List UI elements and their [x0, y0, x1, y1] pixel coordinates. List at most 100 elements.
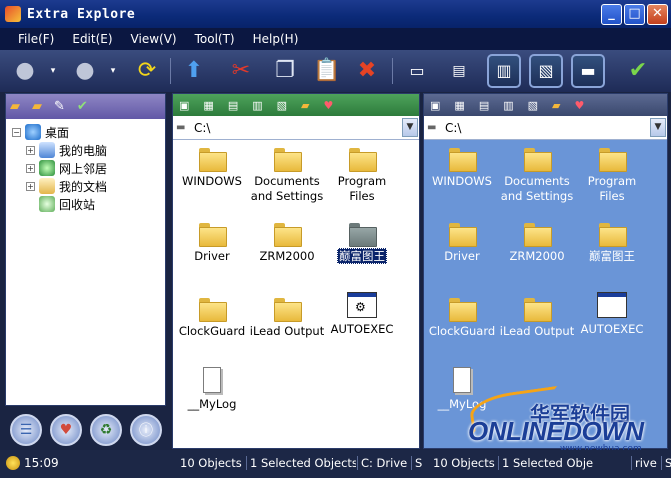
- folder-icon: [199, 296, 227, 322]
- address-bar[interactable]: ▬ C:\ ▼: [173, 116, 419, 140]
- close-button[interactable]: ✕: [647, 4, 668, 25]
- delete-icon[interactable]: ✖: [350, 54, 384, 88]
- folder-icon[interactable]: ▰: [552, 99, 560, 112]
- new-folder-icon[interactable]: ▰: [10, 99, 20, 114]
- address-dropdown-icon[interactable]: ▼: [650, 118, 666, 137]
- watermark-logo: 华军软件园 ONLINEDOWN www.newhua.com: [467, 385, 668, 454]
- favorite-icon[interactable]: ♥: [324, 99, 334, 112]
- folder-icon: [274, 146, 302, 172]
- menu-tool[interactable]: Tool(T): [195, 32, 235, 46]
- up-icon[interactable]: ⬆: [177, 54, 211, 88]
- file-item[interactable]: WINDOWS: [424, 146, 500, 189]
- file-pane-left: ▣ ▦ ▤ ▥ ▧ ▰ ♥ ▬ C:\ ▼ WINDOWS Documents …: [172, 93, 420, 449]
- folder-icon: [449, 146, 477, 172]
- menu-file[interactable]: File(F): [18, 32, 54, 46]
- menu-view[interactable]: View(V): [131, 32, 177, 46]
- recycle-bin-icon: [39, 196, 55, 212]
- file-item[interactable]: Documents and Settings: [499, 146, 575, 204]
- small-icons-icon[interactable]: ▦: [454, 99, 464, 112]
- back-dropdown-icon[interactable]: ▾: [36, 54, 70, 88]
- folder-icon: [449, 296, 477, 322]
- status-selected-count: 1 Selected Objects: [246, 456, 356, 470]
- rename-icon[interactable]: ✎: [54, 99, 65, 114]
- app-icon: [5, 6, 21, 22]
- refresh-icon[interactable]: ⟳: [130, 54, 164, 88]
- large-icons-icon[interactable]: ▣: [430, 99, 440, 112]
- document-icon: [203, 367, 221, 393]
- file-item[interactable]: ClockGuard: [424, 296, 500, 339]
- tree-item-my-computer[interactable]: + 我的电脑: [12, 141, 165, 159]
- file-item[interactable]: Driver: [174, 221, 250, 264]
- details-icon[interactable]: ▥: [503, 99, 513, 112]
- small-icons-icon[interactable]: ▦: [203, 99, 213, 112]
- layout-single-icon[interactable]: ▬: [571, 54, 605, 88]
- new-window-icon[interactable]: ▭: [400, 54, 434, 88]
- file-item[interactable]: WINDOWS: [174, 146, 250, 189]
- folder-icon: [274, 296, 302, 322]
- file-item[interactable]: ⚙ AUTOEXEC: [324, 292, 400, 337]
- list-icon[interactable]: ▤: [228, 99, 238, 112]
- file-item[interactable]: Documents and Settings: [249, 146, 325, 204]
- menu-help[interactable]: Help(H): [253, 32, 299, 46]
- file-item[interactable]: ClockGuard: [174, 296, 250, 339]
- forward-dropdown-icon[interactable]: ▾: [96, 54, 130, 88]
- minimize-button[interactable]: _: [601, 4, 622, 25]
- folder-tree-pane: ▰ ▰ ✎ ✔ − 桌面 + 我的电脑 + 网上邻居 + 我的文档 回收站: [5, 93, 166, 406]
- address-path: C:\: [194, 120, 211, 135]
- expand-icon[interactable]: +: [26, 181, 35, 191]
- layout-two-icon[interactable]: ▥: [487, 54, 521, 88]
- address-dropdown-icon[interactable]: ▼: [402, 118, 418, 137]
- thumbnails-icon[interactable]: ▧: [277, 99, 287, 112]
- list-view-icon[interactable]: ☰: [10, 414, 42, 446]
- copy-icon[interactable]: ❐: [268, 54, 302, 88]
- details-icon[interactable]: ▥: [252, 99, 262, 112]
- large-icons-icon[interactable]: ▣: [179, 99, 189, 112]
- clock-icon: [6, 456, 20, 470]
- tree-item-recycle-bin[interactable]: 回收站: [12, 195, 165, 213]
- folder-tree: − 桌面 + 我的电脑 + 网上邻居 + 我的文档 回收站: [6, 119, 165, 213]
- thumbnails-icon[interactable]: ▧: [528, 99, 538, 112]
- check-icon[interactable]: ✔: [77, 99, 88, 114]
- file-item[interactable]: iLead Output: [249, 296, 325, 339]
- info-icon[interactable]: ⓘ: [130, 414, 162, 446]
- folder-icon: [349, 146, 377, 172]
- collapse-icon[interactable]: −: [12, 127, 21, 137]
- paste-icon[interactable]: 📋: [310, 54, 344, 88]
- cut-icon[interactable]: ✂: [224, 54, 258, 88]
- file-item[interactable]: iLead Output: [499, 296, 575, 339]
- list-icon[interactable]: ▤: [479, 99, 489, 112]
- favorite-icon[interactable]: ♥: [575, 99, 585, 112]
- recycle-icon[interactable]: ♻: [90, 414, 122, 446]
- folder-icon: [349, 221, 377, 247]
- file-item[interactable]: Driver: [424, 221, 500, 264]
- documents-icon: [39, 178, 55, 194]
- dos-icon[interactable]: ▤: [442, 54, 476, 88]
- expand-icon[interactable]: +: [26, 163, 35, 173]
- favorites-icon[interactable]: ♥: [50, 414, 82, 446]
- address-bar[interactable]: ▬ C:\ ▼: [424, 116, 667, 140]
- file-item-selected[interactable]: 巅富图王: [324, 221, 400, 264]
- file-item[interactable]: ZRM2000: [249, 221, 325, 264]
- window-title: Extra Explore: [27, 6, 136, 22]
- expand-icon[interactable]: +: [26, 145, 35, 155]
- folder-icon[interactable]: ▰: [301, 99, 309, 112]
- file-item[interactable]: ⚙ AUTOEXEC: [574, 292, 650, 337]
- folder-icon: [599, 221, 627, 247]
- tree-item-desktop[interactable]: − 桌面: [12, 123, 165, 141]
- file-item[interactable]: 巅富图王: [574, 221, 650, 264]
- folder-add-icon[interactable]: ▰: [32, 99, 42, 114]
- file-item[interactable]: ZRM2000: [499, 221, 575, 264]
- status-object-count: 10 Objects: [180, 456, 242, 470]
- tree-item-network[interactable]: + 网上邻居: [12, 159, 165, 177]
- status-size: S: [661, 456, 671, 470]
- title-bar[interactable]: Extra Explore _ □ ✕: [0, 0, 671, 28]
- layout-left-icon[interactable]: ▧: [529, 54, 563, 88]
- menu-edit[interactable]: Edit(E): [72, 32, 112, 46]
- maximize-button[interactable]: □: [624, 4, 645, 25]
- file-item[interactable]: __MyLog: [174, 367, 250, 412]
- tree-item-my-documents[interactable]: + 我的文档: [12, 177, 165, 195]
- file-item[interactable]: Program Files: [574, 146, 650, 204]
- file-item[interactable]: Program Files: [324, 146, 400, 204]
- properties-icon[interactable]: ✔: [621, 54, 655, 88]
- pane-toolbar: ▣ ▦ ▤ ▥ ▧ ▰ ♥: [424, 94, 667, 116]
